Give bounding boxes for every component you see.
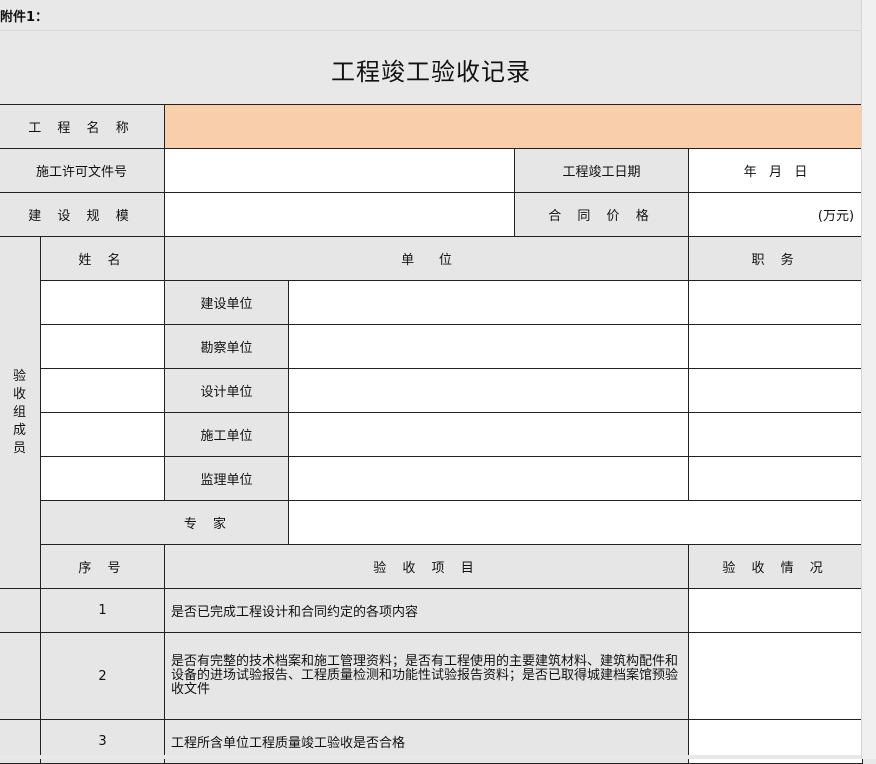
- side-blank: [0, 588, 41, 633]
- side-blank: [0, 632, 41, 720]
- vertical-scrollbar[interactable]: [861, 0, 876, 759]
- contract-price-label: 合 同 价 格: [514, 192, 689, 237]
- committee-row: 建设单位: [0, 280, 864, 325]
- col-item-header: 验 收 项 目: [164, 544, 689, 589]
- member-name-field[interactable]: [40, 456, 165, 501]
- acceptance-record-table: 工 程 名 称 施工许可文件号 工程竣工日期 年 月 日 建 设 规 模 合 同…: [0, 104, 864, 764]
- item-text: 是否已完成工程设计和合同约定的各项内容: [164, 588, 689, 633]
- col-position-header: 职 务: [687, 236, 864, 281]
- col-name-header: 姓 名: [40, 236, 165, 281]
- contract-price-field[interactable]: (万元): [687, 192, 864, 237]
- member-name-field[interactable]: [40, 324, 165, 369]
- item-row: 2 是否有完整的技术档案和施工管理资料；是否有工程使用的主要建筑材料、建筑构配件…: [0, 632, 864, 720]
- row-scale: 建 设 规 模 合 同 价 格 (万元): [0, 192, 864, 237]
- committee-side-label: 验收组成员: [0, 236, 41, 589]
- sheet-bottom-edge: [0, 755, 862, 759]
- col-unit-header: 单 位: [164, 236, 689, 281]
- row-project-name: 工 程 名 称: [0, 104, 864, 149]
- unit-label: 施工单位: [164, 412, 289, 457]
- unit-label: 设计单位: [164, 368, 289, 413]
- item-status-field[interactable]: [687, 632, 864, 720]
- unit-label: 建设单位: [164, 280, 289, 325]
- unit-name-field[interactable]: [288, 456, 689, 501]
- item-text: 是否有完整的技术档案和施工管理资料；是否有工程使用的主要建筑材料、建筑构配件和设…: [164, 632, 689, 720]
- annex-label: 附件1：: [0, 10, 49, 25]
- permit-label: 施工许可文件号: [0, 148, 165, 193]
- unit-name-field[interactable]: [288, 368, 689, 413]
- position-field[interactable]: [687, 412, 864, 457]
- position-field[interactable]: [687, 324, 864, 369]
- committee-row: 施工单位: [0, 412, 864, 457]
- completion-date-field[interactable]: 年 月 日: [687, 148, 864, 193]
- item-status-field[interactable]: [687, 588, 864, 633]
- member-name-field[interactable]: [40, 412, 165, 457]
- scale-label: 建 设 规 模: [0, 192, 165, 237]
- item-seq: 1: [40, 588, 165, 633]
- member-name-field[interactable]: [40, 280, 165, 325]
- scale-field[interactable]: [164, 192, 515, 237]
- unit-label: 监理单位: [164, 456, 289, 501]
- row-permit: 施工许可文件号 工程竣工日期 年 月 日: [0, 148, 864, 193]
- position-field[interactable]: [687, 368, 864, 413]
- committee-row: 监理单位: [0, 456, 864, 501]
- unit-label: 勘察单位: [164, 324, 289, 369]
- expert-label: 专 家: [40, 500, 289, 545]
- committee-row: 设计单位: [0, 368, 864, 413]
- permit-field[interactable]: [164, 148, 515, 193]
- expert-field[interactable]: [287, 500, 864, 545]
- expert-row: 专 家: [0, 500, 864, 545]
- page-title: 工程竣工验收记录: [331, 58, 531, 86]
- position-field[interactable]: [687, 280, 864, 325]
- unit-name-field[interactable]: [288, 280, 689, 325]
- col-seq-header: 序 号: [40, 544, 165, 589]
- committee-side-text: 验收组成员: [12, 368, 26, 456]
- unit-name-field[interactable]: [288, 412, 689, 457]
- items-header-row: 序 号 验 收 项 目 验 收 情 况: [0, 544, 864, 589]
- project-name-label: 工 程 名 称: [0, 104, 165, 149]
- header-divider: [0, 30, 862, 31]
- col-status-header: 验 收 情 况: [687, 544, 864, 589]
- project-name-field[interactable]: [163, 104, 864, 149]
- committee-row: 勘察单位: [0, 324, 864, 369]
- member-name-field[interactable]: [40, 368, 165, 413]
- completion-date-label: 工程竣工日期: [514, 148, 689, 193]
- item-seq: 2: [40, 632, 165, 720]
- position-field[interactable]: [687, 456, 864, 501]
- unit-name-field[interactable]: [288, 324, 689, 369]
- committee-header-row: 验收组成员 姓 名 单 位 职 务: [0, 236, 864, 589]
- item-row: 1 是否已完成工程设计和合同约定的各项内容: [0, 588, 864, 633]
